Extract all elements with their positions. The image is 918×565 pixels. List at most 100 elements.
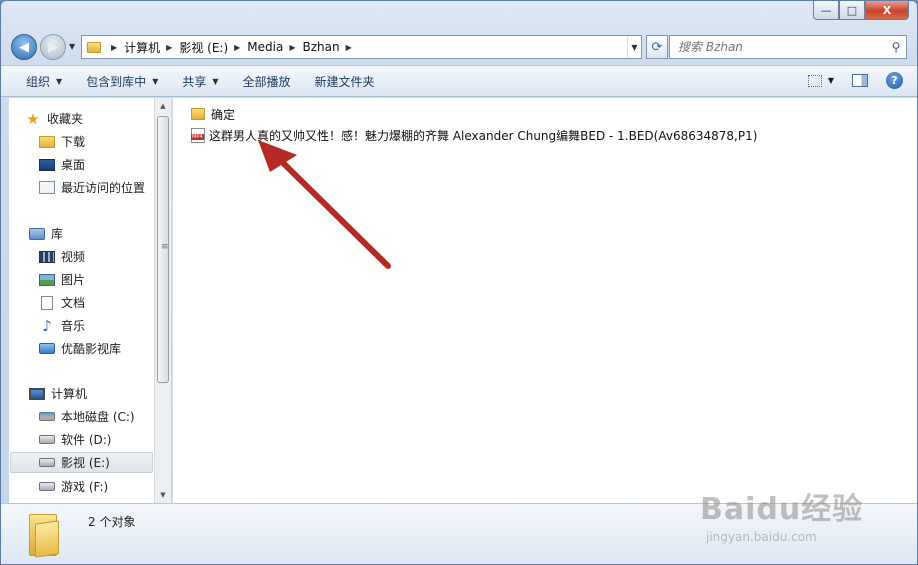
search-input[interactable]: [678, 40, 886, 54]
sidebar-item-youku-library[interactable]: 优酷影视库: [39, 338, 121, 359]
sidebar-item-label: 游戏 (F:): [61, 480, 109, 494]
scroll-down-icon[interactable]: ▼: [155, 487, 171, 503]
sidebar-item-label: 文档: [61, 296, 86, 310]
folder-icon: [87, 41, 101, 53]
chevron-right-icon[interactable]: ▶: [234, 43, 240, 52]
sidebar-item-label: 优酷影视库: [61, 342, 122, 356]
sidebar-item-drive-c[interactable]: 本地磁盘 (C:): [39, 406, 135, 427]
navigation-pane-scrollbar[interactable]: ▲ ≡ ▼: [154, 98, 171, 503]
list-item[interactable]: 确定: [191, 104, 235, 124]
scrollbar-thumb[interactable]: ≡: [157, 116, 169, 383]
sidebar-item-libraries[interactable]: 库: [29, 223, 63, 244]
navigation-pane: ★ 收藏夹 下载 桌面 最近访问的位置 库 视频 图片 文档 ♪ 音乐 优酷影视…: [9, 98, 154, 503]
library-icon: [29, 227, 45, 240]
mp4-file-icon: MP4: [191, 127, 205, 143]
explorer-window: — □ X ◀ ▶ ▼ ▶ 计算机 ▶ 影视 (E:) ▶ Media ▶ Bz…: [0, 0, 918, 565]
music-note-icon: ♪: [42, 316, 52, 335]
change-view-button[interactable]: ▼: [807, 74, 834, 87]
drive-icon: [39, 435, 55, 444]
item-count: 2 个对象: [88, 515, 136, 529]
sidebar-item-label: 库: [51, 227, 64, 241]
sidebar-item-label: 影视 (E:): [61, 456, 110, 470]
grip-icon: ≡: [161, 242, 169, 252]
close-button[interactable]: X: [865, 1, 909, 20]
sidebar-item-documents[interactable]: 文档: [39, 292, 85, 313]
sidebar-item-desktop[interactable]: 桌面: [39, 154, 85, 175]
chevron-right-icon[interactable]: ▶: [289, 43, 295, 52]
computer-icon: [29, 387, 45, 400]
address-bar[interactable]: ▶ 计算机 ▶ 影视 (E:) ▶ Media ▶ Bzhan ▶ ▼: [81, 35, 642, 59]
back-button[interactable]: ◀: [11, 34, 37, 60]
sidebar-item-label: 视频: [61, 250, 86, 264]
youku-library-icon: [39, 343, 55, 354]
include-in-library-label: 包含到库中: [86, 74, 147, 89]
sidebar-item-label: 收藏夹: [47, 112, 84, 126]
maximize-button[interactable]: □: [839, 1, 865, 20]
watermark-url: jingyan.baidu.com: [706, 530, 817, 544]
star-icon: ★: [26, 109, 40, 128]
share-label: 共享: [182, 74, 207, 89]
view-controls: ▼ ?: [807, 72, 903, 89]
sidebar-item-videos[interactable]: 视频: [39, 246, 85, 267]
sidebar-item-drive-d[interactable]: 软件 (D:): [39, 429, 111, 450]
sidebar-item-label: 软件 (D:): [61, 433, 112, 447]
sidebar-item-drive-e[interactable]: 影视 (E:): [10, 452, 153, 473]
recent-places-icon: [39, 181, 55, 194]
forward-button[interactable]: ▶: [40, 34, 66, 60]
recent-pages-dropdown[interactable]: ▼: [69, 42, 75, 51]
watermark: Baidu经验 jingyan.baidu.com: [700, 484, 863, 544]
minimize-button[interactable]: —: [813, 1, 839, 20]
breadcrumb: ▶ 计算机 ▶ 影视 (E:) ▶ Media ▶ Bzhan ▶: [105, 39, 359, 56]
sidebar-item-downloads[interactable]: 下载: [39, 131, 85, 152]
search-icon[interactable]: ⚲: [886, 40, 906, 54]
refresh-button[interactable]: ⟳: [646, 35, 668, 59]
navigation-row: ◀ ▶ ▼ ▶ 计算机 ▶ 影视 (E:) ▶ Media ▶ Bzhan ▶ …: [9, 31, 909, 61]
chevron-right-icon[interactable]: ▶: [166, 43, 172, 52]
list-item[interactable]: MP4 这群男人真的又帅又性！感！魅力爆棚的齐舞 Alexander Chung…: [191, 125, 757, 145]
sidebar-item-label: 本地磁盘 (C:): [61, 410, 135, 424]
help-icon[interactable]: ?: [886, 72, 903, 89]
breadcrumb-media[interactable]: Media: [247, 40, 283, 54]
sidebar-item-label: 下载: [61, 135, 86, 149]
include-in-library-menu[interactable]: 包含到库中 ▼: [74, 66, 170, 96]
sidebar-item-recent-places[interactable]: 最近访问的位置: [39, 177, 145, 198]
breadcrumb-drive-e[interactable]: 影视 (E:): [179, 39, 228, 56]
video-library-icon: [39, 250, 55, 263]
sidebar-item-pictures[interactable]: 图片: [39, 269, 85, 290]
system-drive-icon: [39, 412, 55, 421]
document-library-icon: [41, 295, 53, 310]
share-menu[interactable]: 共享 ▼: [170, 66, 230, 96]
preview-pane-icon[interactable]: [852, 74, 868, 87]
command-bar: 组织 ▼ 包含到库中 ▼ 共享 ▼ 全部播放 新建文件夹 ▼ ?: [1, 65, 917, 97]
sidebar-item-drive-f[interactable]: 游戏 (F:): [39, 476, 108, 497]
baidu-logo: Baidu经验: [700, 492, 864, 527]
chevron-down-icon: ▼: [827, 76, 834, 85]
scroll-up-icon[interactable]: ▲: [155, 98, 171, 114]
chevron-down-icon: ▼: [56, 76, 63, 86]
picture-library-icon: [39, 273, 55, 286]
sidebar-item-label: 音乐: [61, 319, 86, 333]
search-box[interactable]: ⚲: [669, 35, 907, 59]
file-name: 这群男人真的又帅又性！感！魅力爆棚的齐舞 Alexander Chung编舞BE…: [209, 128, 758, 143]
caption-buttons: — □ X: [813, 1, 909, 20]
drive-icon: [39, 458, 55, 467]
address-dropdown-icon[interactable]: ▼: [627, 36, 641, 58]
sidebar-item-favorites[interactable]: ★ 收藏夹: [25, 108, 83, 129]
sidebar-item-computer[interactable]: 计算机: [29, 383, 87, 404]
breadcrumb-computer[interactable]: 计算机: [124, 39, 160, 56]
chevron-down-icon: ▼: [152, 76, 159, 86]
downloads-folder-icon: [39, 135, 55, 148]
chevron-right-icon[interactable]: ▶: [346, 43, 352, 52]
folder-icon: [191, 108, 205, 120]
chevron-right-icon[interactable]: ▶: [111, 43, 117, 52]
play-all-button[interactable]: 全部播放: [231, 66, 303, 96]
organize-menu[interactable]: 组织 ▼: [1, 66, 74, 96]
chevron-down-icon: ▼: [212, 76, 219, 86]
new-folder-button[interactable]: 新建文件夹: [303, 66, 387, 96]
sidebar-item-music[interactable]: ♪ 音乐: [39, 315, 85, 336]
sidebar-item-label: 最近访问的位置: [61, 181, 146, 195]
desktop-icon: [39, 158, 55, 171]
sidebar-item-label: 桌面: [61, 158, 86, 172]
breadcrumb-bzhan[interactable]: Bzhan: [303, 40, 340, 54]
folder-icon: [29, 514, 69, 558]
